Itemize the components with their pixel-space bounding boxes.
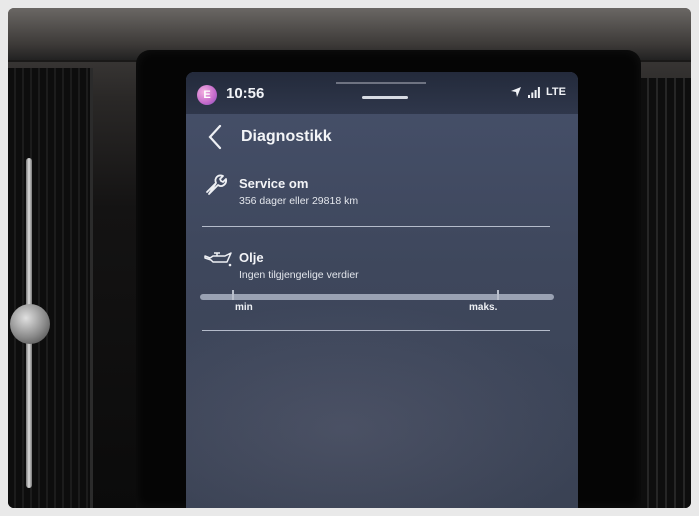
status-clock: 10:56: [226, 85, 265, 102]
status-icons: LTE: [510, 86, 566, 98]
service-label: Service om: [239, 176, 309, 191]
back-button[interactable]: [204, 122, 230, 152]
oil-detail: Ingen tilgjengelige verdier: [239, 269, 359, 281]
oil-label: Olje: [239, 250, 264, 265]
screen-reflection: [186, 302, 578, 508]
top-bar-line: [336, 82, 426, 84]
service-detail: 356 dager eller 29818 km: [239, 195, 359, 207]
left-air-vent: [8, 68, 93, 508]
service-row[interactable]: Service om 356 dager eller 29818 km: [186, 164, 578, 224]
pull-down-handle[interactable]: [362, 96, 408, 99]
wrench-icon: [203, 172, 229, 203]
user-avatar[interactable]: E: [197, 85, 217, 105]
divider-2: [202, 330, 550, 331]
gauge-max-label: maks.: [469, 302, 498, 313]
gauge-min-label: min: [235, 302, 253, 313]
gauge-min-tick: [232, 290, 234, 300]
gauge-max-tick: [497, 290, 499, 300]
vent-knob: [10, 304, 50, 344]
network-type: LTE: [546, 86, 566, 98]
chevron-left-icon: [204, 124, 230, 156]
oil-row[interactable]: Olje Ingen tilgjengelige verdier: [186, 242, 578, 332]
page-header: Diagnostikk: [186, 114, 578, 164]
oil-can-icon: [203, 250, 233, 273]
status-bar: E 10:56 LTE: [186, 72, 578, 114]
location-arrow-icon: [510, 86, 522, 98]
oil-level-gauge: [200, 294, 554, 300]
signal-bars-icon: [528, 86, 540, 98]
page-title: Diagnostikk: [241, 128, 332, 145]
divider-1: [202, 226, 550, 227]
infotainment-screen: E 10:56 LTE Diagnostikk Service om 356 d…: [186, 72, 578, 508]
